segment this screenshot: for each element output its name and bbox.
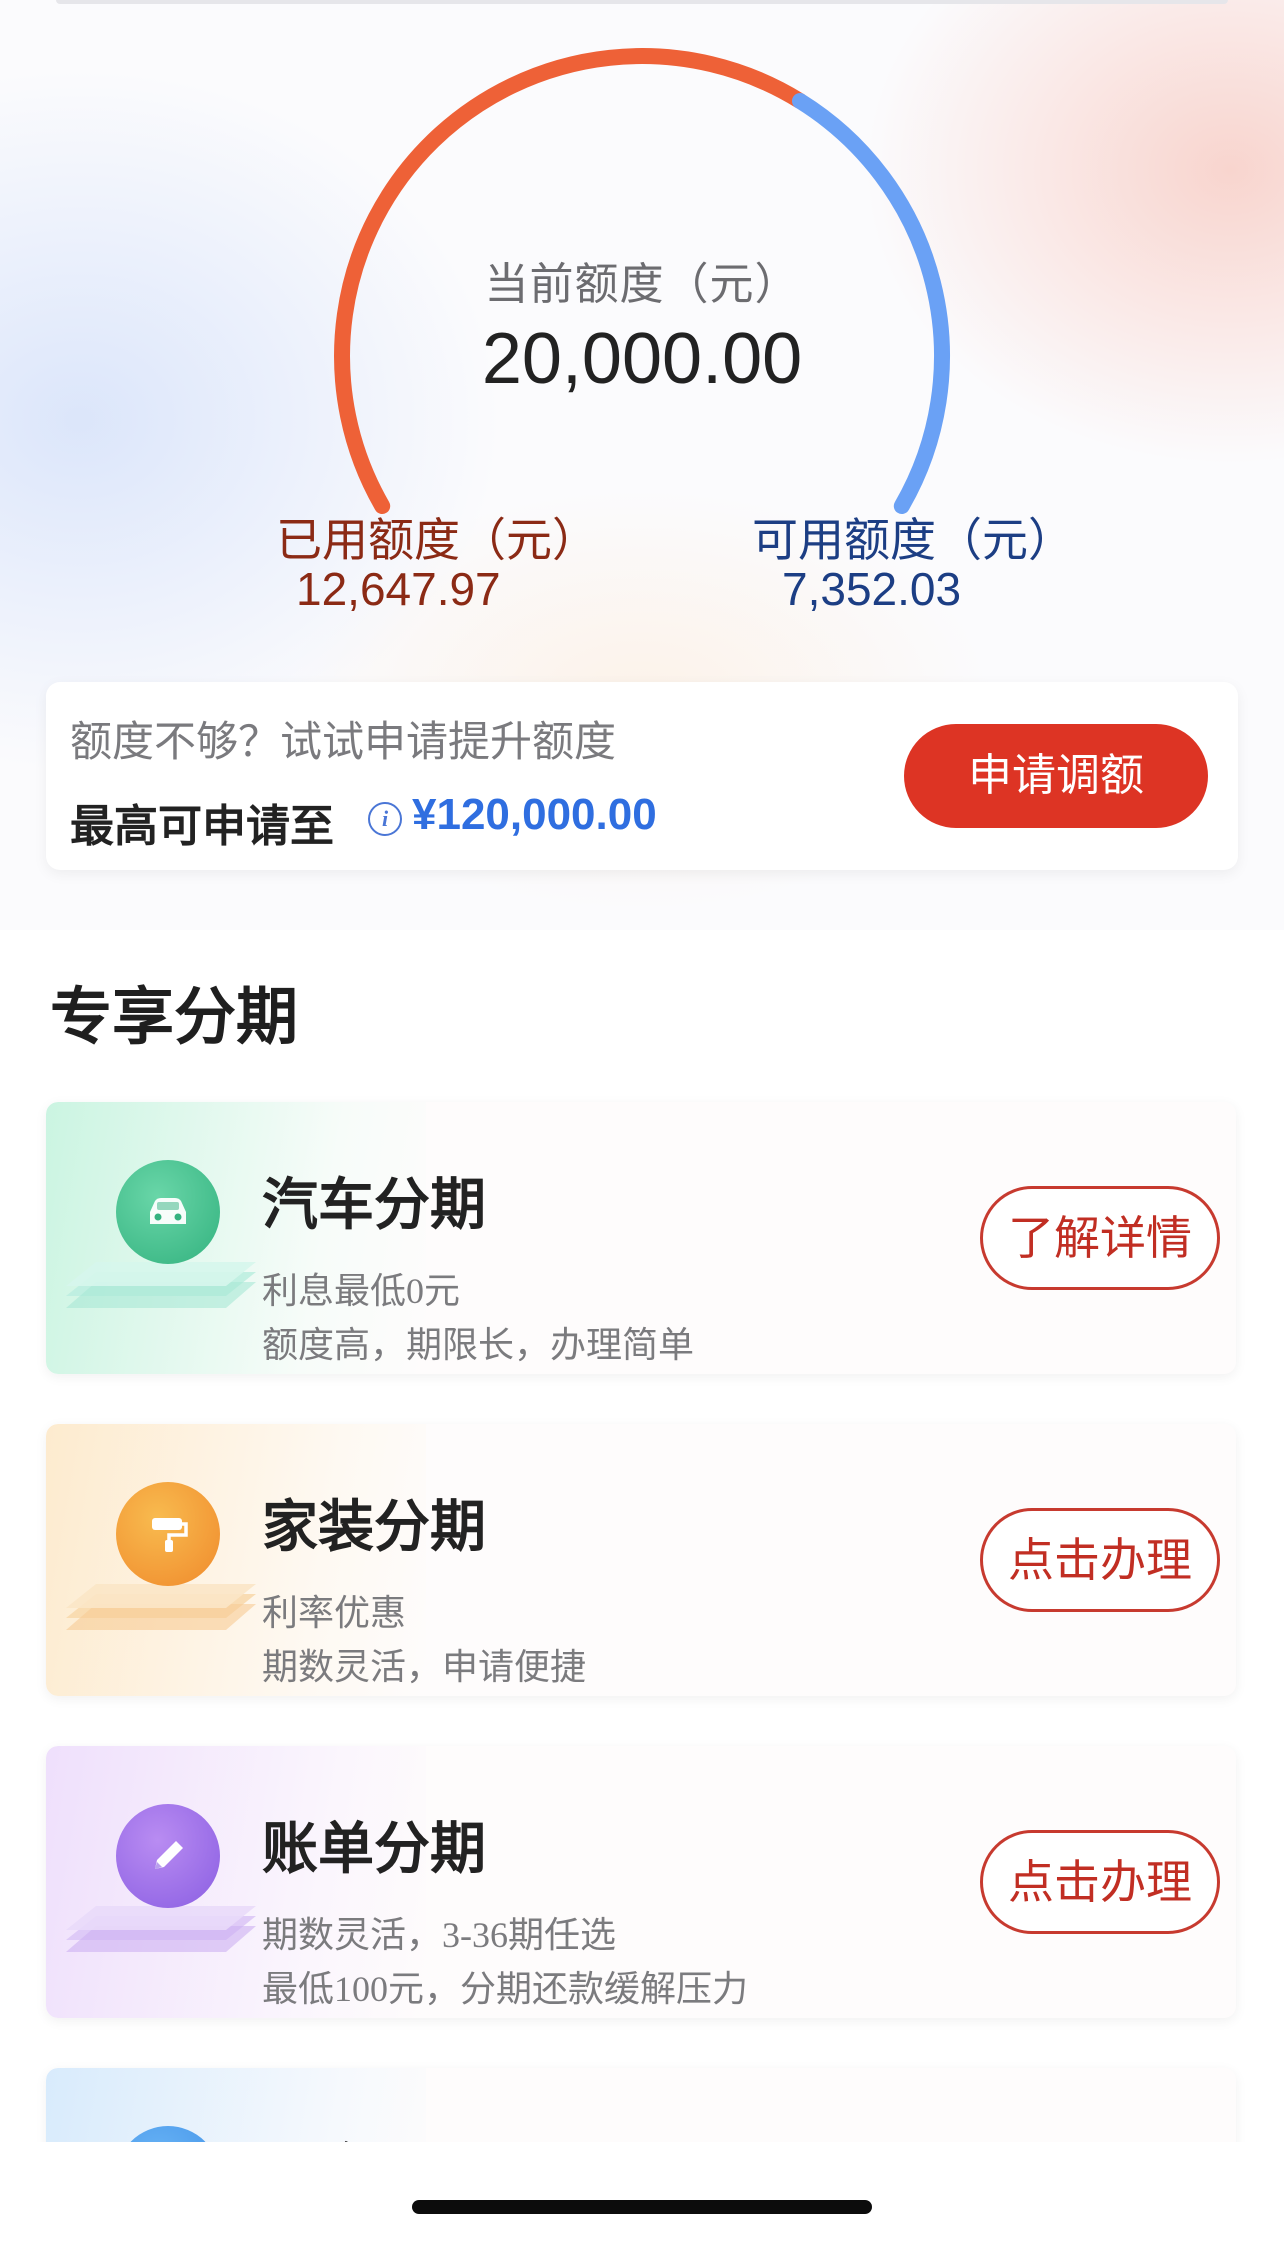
used-quota-value: 12,647.97 xyxy=(296,563,501,615)
plan-card-car[interactable]: 汽车分期 利息最低0元 额度高，期限长，办理简单 了解详情 xyxy=(46,1102,1236,1374)
plan-card-bill[interactable]: 账单分期 期数灵活，3-36期任选 最低100元，分期还款缓解压力 点击办理 xyxy=(46,1746,1236,2018)
plan-feature-1: 利率优惠 xyxy=(262,1593,407,1633)
pencil-icon xyxy=(116,1804,220,1908)
used-quota-label: 已用额度（元） xyxy=(276,513,598,567)
max-limit-label: 最高可申请至 xyxy=(70,801,334,852)
raise-limit-card: 额度不够？试试申请提升额度 最高可申请至 i ¥120,000.00 申请调额 xyxy=(46,682,1238,870)
plan-feature-1: 期数灵活，3-36期任选 xyxy=(262,1915,616,1955)
plan-card-home[interactable]: 家装分期 利率优惠 期数灵活，申请便捷 点击办理 xyxy=(46,1424,1236,1696)
quota-header-area: 当前额度（元） 20,000.00 已用额度（元） 12,647.97 可用额度… xyxy=(0,0,1284,930)
available-quota-value: 7,352.03 xyxy=(782,563,962,615)
max-limit-amount: ¥120,000.00 xyxy=(412,790,657,839)
available-quota-label: 可用额度（元） xyxy=(752,513,1074,567)
paint-roller-icon xyxy=(116,1482,220,1586)
plan-feature-2: 最低100元，分期还款缓解压力 xyxy=(262,1969,749,2009)
current-quota-value: 20,000.00 xyxy=(481,319,803,399)
section-title: 专享分期 xyxy=(50,980,299,1053)
current-quota-label: 当前额度（元） xyxy=(484,259,800,310)
apply-now-button[interactable]: 点击办理 xyxy=(980,1830,1220,1934)
info-icon[interactable]: i xyxy=(368,802,402,836)
plan-name: 家装分期 xyxy=(262,1495,486,1560)
raise-limit-question: 额度不够？试试申请提升额度 xyxy=(70,717,617,766)
apply-now-button[interactable]: 点击办理 xyxy=(980,1508,1220,1612)
plan-name: 账单分期 xyxy=(262,1817,486,1882)
apply-adjust-button[interactable]: 申请调额 xyxy=(904,724,1208,828)
bottom-safe-area xyxy=(0,2142,1284,2245)
plan-feature-2: 额度高，期限长，办理简单 xyxy=(262,1325,695,1365)
plan-name: 汽车分期 xyxy=(262,1173,486,1238)
home-indicator[interactable] xyxy=(412,2200,872,2214)
plan-feature-2: 期数灵活，申请便捷 xyxy=(262,1647,587,1687)
car-icon xyxy=(116,1160,220,1264)
learn-more-button[interactable]: 了解详情 xyxy=(980,1186,1220,1290)
plan-feature-1: 利息最低0元 xyxy=(262,1271,461,1311)
